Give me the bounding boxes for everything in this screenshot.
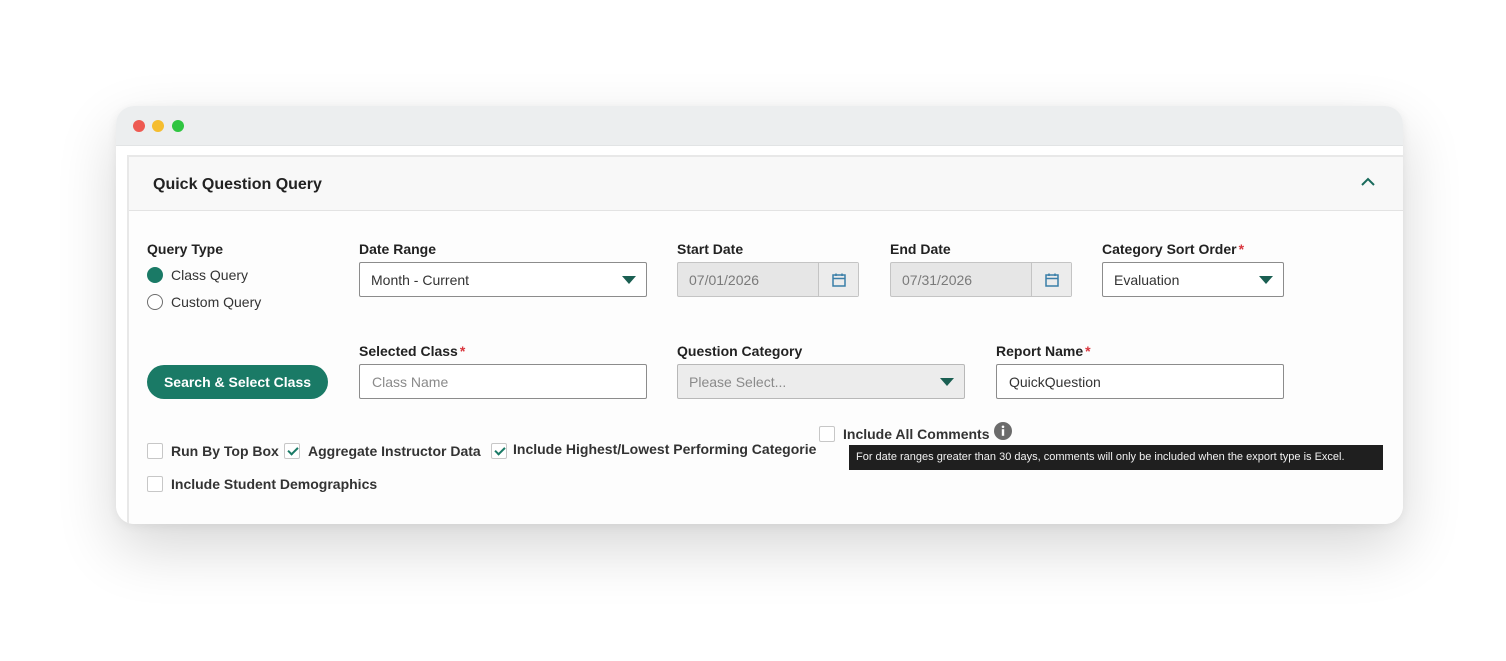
- start-date-field[interactable]: 07/01/2026: [677, 262, 859, 297]
- aggregate-instructor-option[interactable]: Aggregate Instructor Data: [284, 441, 481, 461]
- end-date-field[interactable]: 07/31/2026: [890, 262, 1072, 297]
- required-mark: *: [1085, 343, 1091, 359]
- category-sort-order-select[interactable]: Evaluation: [1102, 262, 1284, 297]
- question-category-label: Question Category: [677, 343, 803, 359]
- include-highest-lowest-option[interactable]: Include Highest/Lowest Performing Catego…: [513, 439, 817, 463]
- minimize-window-button[interactable]: [152, 120, 164, 132]
- checkbox[interactable]: [284, 443, 300, 459]
- radio-custom-query[interactable]: Custom Query: [147, 292, 261, 312]
- report-name-label: Report Name *: [996, 343, 1091, 359]
- include-highest-lowest-checkbox[interactable]: [491, 441, 515, 461]
- selected-class-label: Selected Class *: [359, 343, 465, 359]
- include-student-demographics-option[interactable]: Include Student Demographics: [147, 474, 377, 494]
- window-titlebar: [116, 106, 1403, 146]
- radio-label: Class Query: [171, 267, 249, 283]
- checkbox-label: Include Student Demographics: [171, 476, 378, 492]
- radio-indicator[interactable]: [147, 294, 163, 310]
- start-date-label: Start Date: [677, 241, 744, 257]
- checkbox-label: Include All Comments: [843, 426, 990, 442]
- question-category-select[interactable]: Please Select...: [677, 364, 965, 399]
- category-sort-order-label-text: Category Sort Order: [1102, 241, 1237, 257]
- caret-down-icon: [1259, 276, 1273, 284]
- category-sort-order-value: Evaluation: [1114, 272, 1180, 288]
- report-name-label-text: Report Name: [996, 343, 1084, 359]
- radio-indicator[interactable]: [147, 267, 163, 283]
- date-range-label: Date Range: [359, 241, 437, 257]
- checkbox[interactable]: [147, 443, 163, 459]
- radio-label: Custom Query: [171, 294, 262, 310]
- checkbox-label: Run By Top Box: [171, 443, 279, 459]
- end-date-value: 07/31/2026: [902, 272, 973, 288]
- search-select-class-button[interactable]: Search & Select Class: [147, 365, 328, 399]
- checkbox[interactable]: [819, 426, 835, 442]
- selected-class-label-text: Selected Class: [359, 343, 458, 359]
- category-sort-order-label: Category Sort Order *: [1102, 241, 1244, 257]
- query-panel: Quick Question Query Query Type Class Qu…: [127, 155, 1403, 524]
- chevron-up-icon[interactable]: [1357, 171, 1379, 193]
- caret-down-icon: [622, 276, 636, 284]
- required-mark: *: [1238, 241, 1245, 257]
- required-mark: *: [459, 343, 466, 359]
- selected-class-input[interactable]: [359, 364, 647, 399]
- end-date-label: End Date: [890, 241, 951, 257]
- report-name-input[interactable]: [996, 364, 1284, 399]
- checkbox[interactable]: [491, 443, 507, 459]
- calendar-icon[interactable]: [1031, 263, 1071, 296]
- start-date-value: 07/01/2026: [689, 272, 760, 288]
- close-window-button[interactable]: [133, 120, 145, 132]
- panel-header[interactable]: Quick Question Query: [129, 157, 1403, 211]
- info-icon[interactable]: [993, 421, 1013, 441]
- checkbox-label: Include Highest/Lowest Performing Catego…: [513, 441, 817, 457]
- app-window: Quick Question Query Query Type Class Qu…: [116, 106, 1403, 524]
- radio-class-query[interactable]: Class Query: [147, 265, 248, 285]
- date-range-select[interactable]: Month - Current: [359, 262, 647, 297]
- run-by-top-box-option[interactable]: Run By Top Box: [147, 441, 279, 461]
- checkbox-label: Aggregate Instructor Data: [308, 443, 481, 459]
- calendar-icon[interactable]: [818, 263, 858, 296]
- date-range-value: Month - Current: [371, 272, 470, 288]
- question-category-value: Please Select...: [689, 374, 787, 390]
- query-type-label: Query Type: [147, 241, 223, 257]
- info-tooltip: For date ranges greater than 30 days, co…: [849, 445, 1383, 470]
- maximize-window-button[interactable]: [172, 120, 184, 132]
- checkbox[interactable]: [147, 476, 163, 492]
- caret-down-icon: [940, 378, 954, 386]
- include-all-comments-option[interactable]: Include All Comments: [819, 424, 990, 444]
- panel-title: Quick Question Query: [153, 176, 322, 193]
